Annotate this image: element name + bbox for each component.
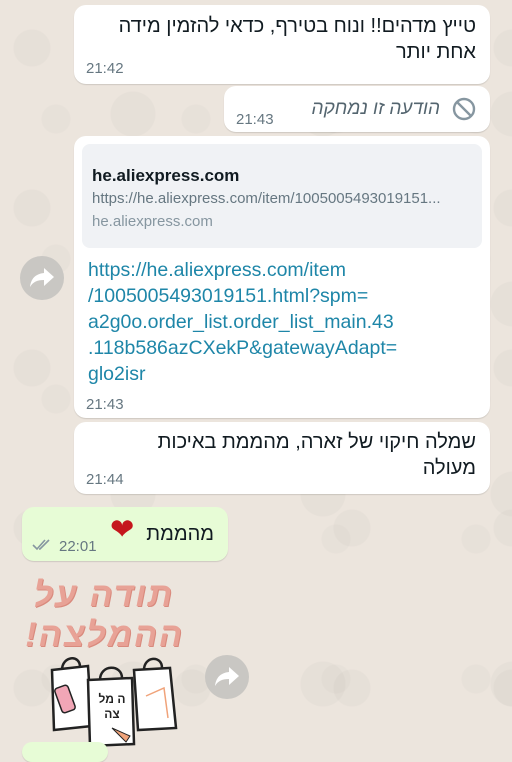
forward-icon <box>215 667 239 686</box>
message-time: 21:43 <box>86 396 124 413</box>
deleted-message-bubble[interactable]: הודעה זו נמחקה 21:43 <box>224 86 490 132</box>
message-text: טייץ מדהים!! ונוח בטירף, כדאי להזמין מיד… <box>86 13 476 65</box>
message-text: מהממת <box>146 523 214 545</box>
bag-text: ה מל צה <box>98 692 126 721</box>
message-text: שמלה חיקוי של זארה, מהממת באיכות מעולה <box>86 429 476 481</box>
message-bubble-1[interactable]: טייץ מדהים!! ונוח בטירף, כדאי להזמין מיד… <box>74 5 490 84</box>
message-line-2: אחת יותר <box>396 41 476 63</box>
forward-icon <box>30 268 54 287</box>
forward-button[interactable] <box>205 655 249 699</box>
message-time: 22:01 <box>59 538 97 555</box>
link-line: a2g0o.order_list.order_list_main.43 <box>88 311 394 333</box>
read-ticks-icon <box>32 537 54 556</box>
next-message-bubble-partial[interactable] <box>22 742 108 762</box>
sticker-line-2: ההמלצה! <box>25 616 184 654</box>
preview-domain: he.aliexpress.com <box>92 213 213 230</box>
preview-url: https://he.aliexpress.com/item/100500549… <box>92 190 441 207</box>
message-link[interactable]: https://he.aliexpress.com/item/100500549… <box>88 257 397 387</box>
deleted-message-text: הודעה זו נמחקה <box>311 98 440 119</box>
message-line-1: טייץ מדהים!! ונוח בטירף, כדאי להזמין מיד… <box>118 15 476 37</box>
message-time: 21:43 <box>236 111 274 128</box>
link-message-bubble[interactable]: he.aliexpress.com https://he.aliexpress.… <box>74 136 490 418</box>
link-line: .118b586azCXekP&gatewayAdapt= <box>88 337 398 359</box>
link-line: glo2isr <box>88 363 146 385</box>
message-line-2: מעולה <box>422 457 476 479</box>
heart-emoji: ❤ <box>110 514 135 546</box>
message-time: 21:42 <box>86 60 124 77</box>
link-preview-card[interactable]: he.aliexpress.com https://he.aliexpress.… <box>82 144 482 248</box>
link-line: /1005005493019151.html?spm= <box>88 285 369 307</box>
thank-you-sticker[interactable]: תודה על ההמלצה! ה מל צה <box>24 570 204 750</box>
outgoing-message-bubble[interactable]: מהממת ❤ 22:01 <box>22 507 228 561</box>
blocked-icon <box>452 97 476 121</box>
link-line: https://he.aliexpress.com/item <box>88 259 346 281</box>
preview-title: he.aliexpress.com <box>92 166 240 185</box>
forward-button[interactable] <box>20 256 64 300</box>
message-bubble-4[interactable]: שמלה חיקוי של זארה, מהממת באיכות מעולה 2… <box>74 422 490 494</box>
message-time: 21:44 <box>86 471 124 488</box>
message-line-1: שמלה חיקוי של זארה, מהממת באיכות <box>157 431 476 453</box>
